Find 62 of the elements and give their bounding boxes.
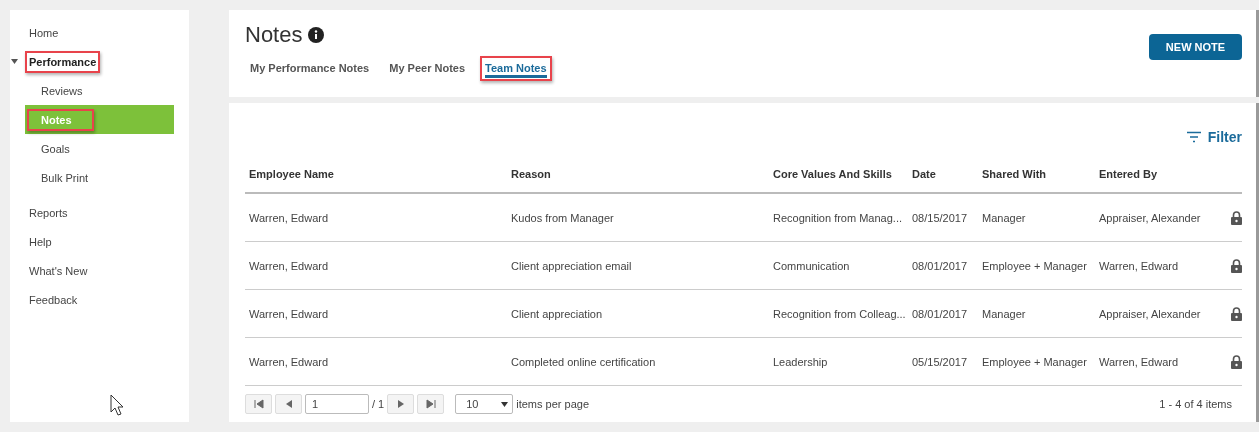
- last-page-button[interactable]: [417, 394, 445, 414]
- table-cell: Employee + Manager: [978, 242, 1095, 290]
- table-cell: Client appreciation: [507, 290, 769, 338]
- table-cell: Employee + Manager: [978, 338, 1095, 386]
- caret-icon[interactable]: [11, 59, 18, 64]
- tab[interactable]: My Performance Notes: [245, 56, 375, 81]
- column-header[interactable]: Date: [908, 155, 978, 194]
- table-cell: Manager: [978, 290, 1095, 338]
- table-cell: Warren, Edward: [245, 242, 507, 290]
- table-cell: Warren, Edward: [1095, 338, 1213, 386]
- filter-icon: [1185, 131, 1202, 143]
- table-cell: Warren, Edward: [245, 338, 507, 386]
- table-cell: Recognition from Manag...: [769, 194, 908, 242]
- nav-item[interactable]: Goals: [39, 137, 74, 160]
- info-icon[interactable]: [308, 27, 325, 43]
- table-cell: Kudos from Manager: [507, 194, 769, 242]
- column-header[interactable]: Reason: [507, 155, 769, 194]
- next-page-button[interactable]: [387, 394, 415, 414]
- nav-item[interactable]: Help: [25, 230, 56, 253]
- previous-page-button[interactable]: [275, 394, 302, 414]
- column-header[interactable]: Shared With: [978, 155, 1095, 194]
- page-size-dropdown[interactable]: 10: [455, 394, 514, 414]
- nav-item[interactable]: Reports: [25, 201, 72, 224]
- table-cell: Completed online certification: [507, 338, 769, 386]
- table-cell: Appraiser, Alexander: [1095, 194, 1213, 242]
- nav-item[interactable]: What's New: [25, 259, 92, 282]
- table-cell: Recognition from Colleag...: [769, 290, 908, 338]
- table-cell: Appraiser, Alexander: [1095, 290, 1213, 338]
- first-page-button[interactable]: [245, 394, 272, 414]
- page-title: Notes: [245, 22, 303, 48]
- table-cell: Warren, Edward: [245, 194, 507, 242]
- table-cell: Warren, Edward: [245, 290, 507, 338]
- table-cell: Communication: [769, 242, 908, 290]
- nav-item[interactable]: Home: [25, 21, 63, 44]
- items-per-page-label: items per page: [516, 398, 589, 410]
- table-cell: Leadership: [769, 338, 908, 386]
- page-number-field[interactable]: 1: [305, 394, 369, 414]
- skip-start-icon: [252, 398, 265, 410]
- highlight-frame: Notes: [27, 108, 94, 131]
- table-cell: 08/01/2017: [908, 242, 978, 290]
- caret-icon: [501, 401, 509, 407]
- table-cell: 08/15/2017: [908, 194, 978, 242]
- item-count: 1 - 4 of 4 items: [1159, 398, 1233, 410]
- column-header[interactable]: Core Values And Skills: [769, 155, 908, 194]
- nav-item[interactable]: Bulk Print: [39, 166, 93, 189]
- nav-item[interactable]: Performance: [25, 50, 101, 73]
- table-cell: 05/15/2017: [908, 338, 978, 386]
- page-total: / 1: [372, 398, 385, 410]
- filter-button[interactable]: Filter: [1185, 119, 1242, 155]
- mouse-cursor-icon: [110, 394, 124, 416]
- table-cell: Manager: [978, 194, 1095, 242]
- nav-item[interactable]: Feedback: [25, 288, 82, 311]
- tab[interactable]: My Peer Notes: [384, 56, 471, 81]
- column-header[interactable]: Entered By: [1095, 155, 1213, 194]
- tab[interactable]: Team Notes: [480, 56, 552, 81]
- table-cell: Client appreciation email: [507, 242, 769, 290]
- column-header[interactable]: Employee Name: [245, 155, 507, 194]
- skip-end-icon: [424, 398, 437, 410]
- nav-item[interactable]: Reviews: [39, 79, 87, 102]
- table-cell: 08/01/2017: [908, 290, 978, 338]
- new-note-button[interactable]: NEW NOTE: [1149, 34, 1242, 60]
- table-cell: Warren, Edward: [1095, 242, 1213, 290]
